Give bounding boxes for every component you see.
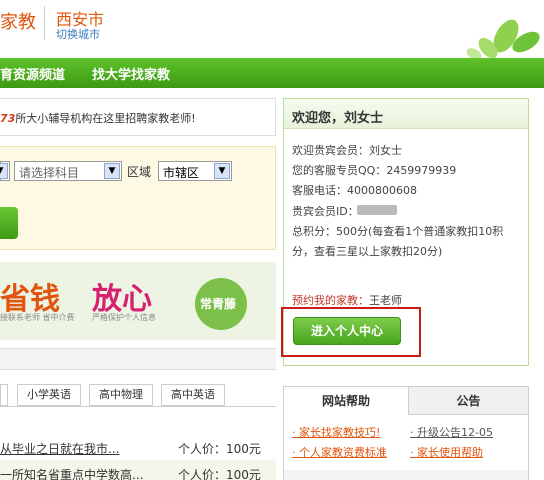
nav-item-find-tutor[interactable]: 找大学找家教 bbox=[92, 64, 170, 83]
subject-select[interactable]: 请选择科目 ▼ bbox=[14, 161, 122, 181]
service-phone: 客服电话：4000800608 bbox=[292, 184, 417, 197]
recruit-banner-text[interactable]: 73所大小辅导机构在这里招聘家教老师! bbox=[0, 110, 196, 126]
main-nav-bar bbox=[0, 58, 544, 88]
help-panel-footer bbox=[284, 470, 528, 480]
list-item-title[interactable]: 一所知名省重点中学数高... bbox=[0, 466, 143, 480]
promo-save-money-sub: 接联系老师 省中介费 bbox=[0, 313, 75, 322]
tab-underline bbox=[0, 406, 276, 407]
promo-badge: 常青藤 bbox=[200, 297, 237, 311]
chevron-down-icon: ▼ bbox=[0, 163, 8, 179]
search-button[interactable] bbox=[0, 207, 18, 239]
tab-high-english[interactable]: 高中英语 bbox=[161, 384, 225, 406]
welcome-title: 欢迎您，刘女士 bbox=[292, 111, 384, 126]
booked-tutor: 预约我的家教：王老师 bbox=[292, 292, 402, 308]
chevron-down-icon: ▼ bbox=[104, 163, 120, 179]
help-link[interactable]: · 升级公告12-05 bbox=[410, 424, 493, 440]
chevron-down-icon: ▼ bbox=[214, 163, 230, 179]
member-id: 贵宾会员ID： bbox=[292, 205, 359, 218]
subject-select-value: 请选择科目 bbox=[19, 166, 80, 180]
help-link[interactable]: · 家长找家教技巧! bbox=[292, 424, 380, 440]
tab-high-physics[interactable]: 高中物理 bbox=[89, 384, 153, 406]
recruit-count: 73 bbox=[0, 112, 16, 125]
tab-announcements[interactable]: 公告 bbox=[408, 387, 528, 415]
area-label: 区域 bbox=[127, 165, 152, 179]
points-info: 总积分：500分(每查看1个普通家教扣10积 bbox=[292, 225, 504, 238]
list-item-title[interactable]: 从毕业之日就在我市... bbox=[0, 440, 119, 457]
promo-peace-of-mind-sub: 严格保护个人信息 bbox=[92, 313, 156, 322]
section-divider-bar bbox=[0, 348, 276, 370]
nav-item-education-resources[interactable]: 育资源频道 bbox=[0, 64, 65, 83]
member-name: 欢迎贵宾会员：刘女士 bbox=[292, 144, 402, 157]
booked-tutor-label: 预约我的家教： bbox=[292, 294, 369, 307]
service-qq: 您的客服专员QQ：2459979939 bbox=[292, 164, 457, 177]
switch-city-link[interactable]: 切换城市 bbox=[56, 26, 100, 42]
member-id-redaction bbox=[357, 205, 397, 215]
area-select[interactable]: 市辖区 ▼ bbox=[158, 161, 232, 181]
tab-site-help[interactable]: 网站帮助 bbox=[284, 387, 408, 415]
header-divider bbox=[44, 6, 45, 40]
help-link[interactable]: · 家长使用帮助 bbox=[410, 444, 483, 460]
points-info-cont: 分，查看三星以上家教扣20分) bbox=[292, 245, 443, 258]
area-select-value: 市辖区 bbox=[163, 166, 200, 180]
booked-tutor-value[interactable]: 王老师 bbox=[369, 294, 402, 307]
grade-select[interactable]: ▼ bbox=[0, 161, 10, 181]
list-item-price: 个人价：100元 bbox=[178, 468, 261, 480]
help-link[interactable]: · 个人家教资费标准 bbox=[292, 444, 387, 460]
leaf-decoration-icon bbox=[466, 19, 540, 60]
list-item-price: 个人价：100元 bbox=[178, 442, 261, 456]
site-logo[interactable]: 家教 bbox=[0, 8, 36, 34]
tab-subject-partial[interactable] bbox=[0, 384, 8, 406]
recruit-message: 所大小辅导机构在这里招聘家教老师! bbox=[15, 112, 196, 125]
highlight-box bbox=[281, 307, 421, 357]
tab-primary-english[interactable]: 小学英语 bbox=[17, 384, 81, 406]
